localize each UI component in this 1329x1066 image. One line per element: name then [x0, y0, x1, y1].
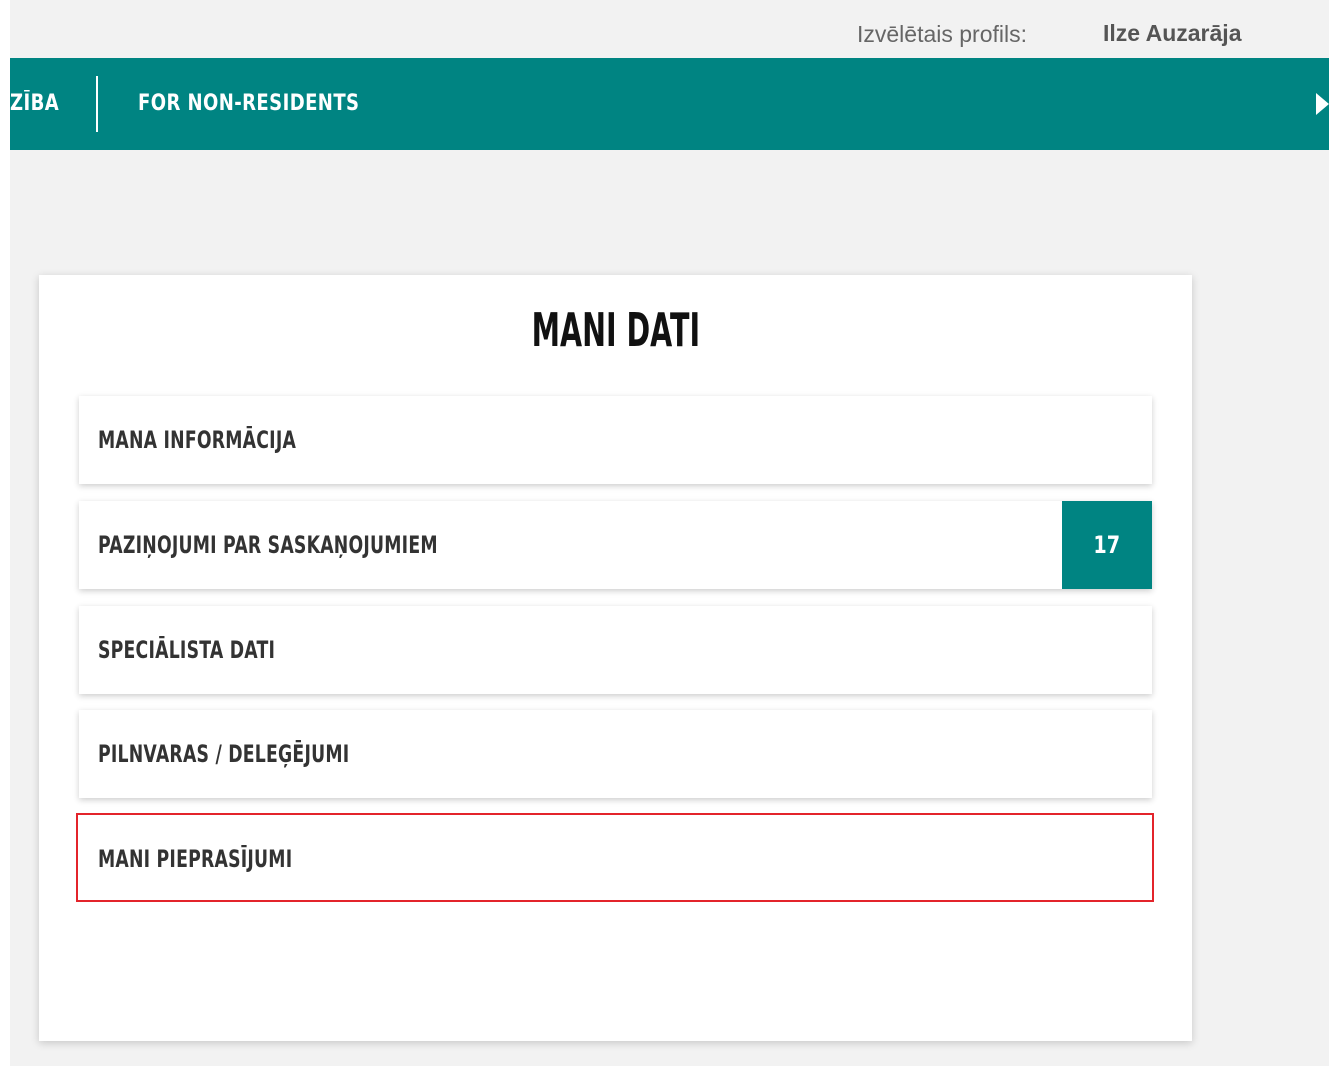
card-title: MANI DATI — [39, 303, 1192, 357]
profile-name[interactable]: Ilze Auzarāja — [1103, 20, 1241, 47]
menu-item-notifications[interactable]: PAZIŅOJUMI PAR SASKAŅOJUMIEM 17 — [79, 501, 1152, 589]
nav-item-cut[interactable]: ZĪBA — [10, 58, 59, 150]
menu-item-label: PAZIŅOJUMI PAR SASKAŅOJUMIEM — [98, 531, 438, 559]
menu-item-my-information[interactable]: MANA INFORMĀCIJA — [79, 396, 1152, 484]
triangle-right-icon[interactable] — [1316, 93, 1329, 115]
profile-label: Izvēlētais profils: — [857, 21, 1028, 47]
menu-item-label: PILNVARAS / DELEĢĒJUMI — [98, 740, 350, 768]
page-edge — [0, 0, 10, 1066]
nav-item-non-residents[interactable]: FOR NON-RESIDENTS — [138, 58, 359, 150]
menu-item-my-requests[interactable]: MANI PIEPRASĪJUMI — [76, 813, 1154, 902]
card-title-text: MANI DATI — [531, 303, 700, 357]
menu-item-label: SPECIĀLISTA DATI — [98, 636, 276, 664]
main-nav: ZĪBA FOR NON-RESIDENTS — [10, 58, 1329, 150]
menu-item-authorizations[interactable]: PILNVARAS / DELEĢĒJUMI — [79, 710, 1152, 798]
menu-item-specialist-data[interactable]: SPECIĀLISTA DATI — [79, 606, 1152, 694]
menu-item-label: MANA INFORMĀCIJA — [98, 426, 297, 454]
badge-count: 17 — [1093, 531, 1121, 559]
notification-count-badge: 17 — [1062, 501, 1152, 589]
menu-item-label: MANI PIEPRASĪJUMI — [98, 845, 293, 873]
profile-bar: Izvēlētais profils: Ilze Auzarāja — [10, 10, 1329, 58]
my-data-card: MANI DATI MANA INFORMĀCIJA PAZIŅOJUMI PA… — [39, 275, 1192, 1041]
nav-divider — [96, 76, 98, 132]
